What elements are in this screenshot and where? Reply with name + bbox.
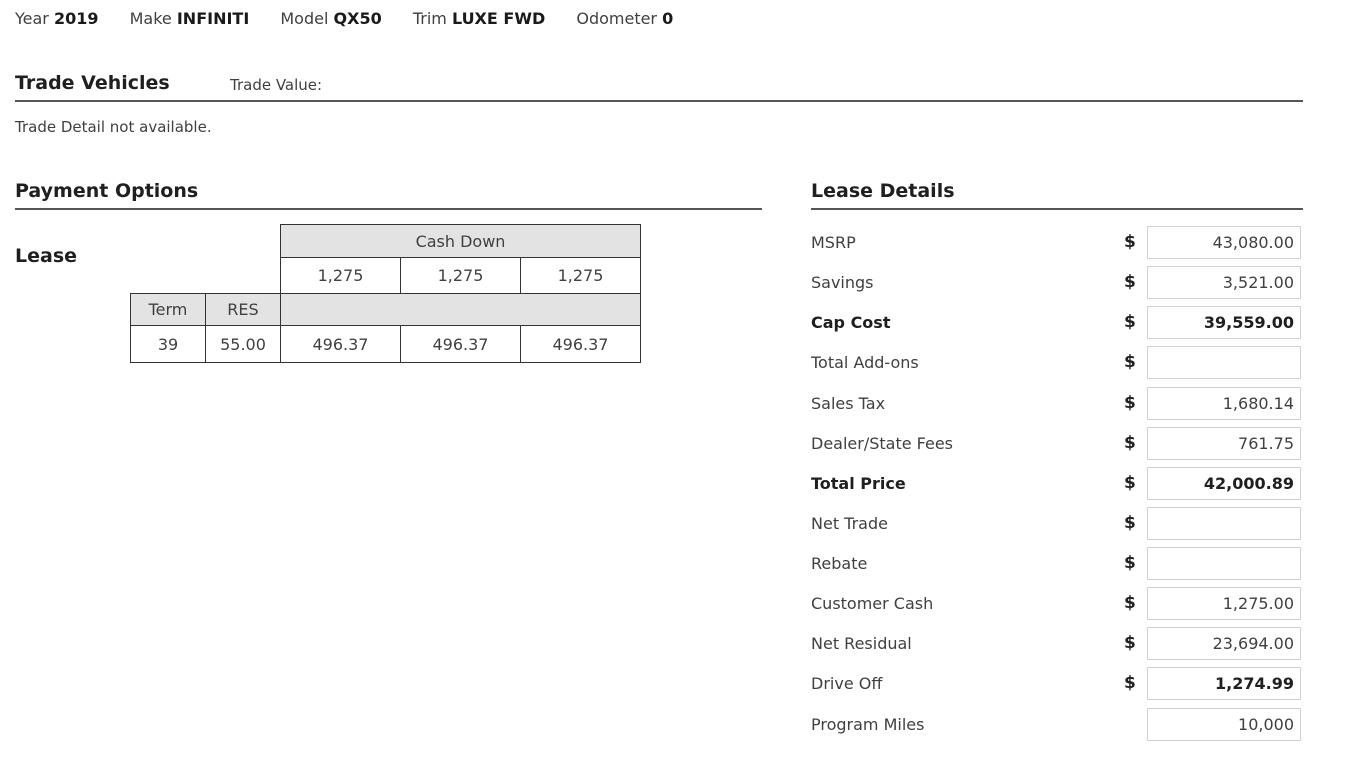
cash-down-option-1[interactable]: 1,275 — [280, 257, 401, 294]
customer-cash-field: 1,275.00 — [1147, 587, 1301, 620]
msrp-label: MSRP — [811, 233, 856, 252]
sales-tax-value: 1,680.14 — [1222, 394, 1294, 413]
model-label: Model — [280, 9, 329, 28]
total-price-value: 42,000.89 — [1203, 474, 1294, 493]
trade-divider — [15, 100, 1303, 102]
savings-field: 3,521.00 — [1147, 266, 1301, 299]
cash-down-option-3[interactable]: 1,275 — [520, 257, 641, 294]
rebate-label: Rebate — [811, 554, 868, 573]
model-field: Model QX50 — [280, 9, 381, 28]
total-add-ons-label: Total Add-ons — [811, 353, 919, 372]
vehicle-summary: Year 2019 Make INFINITI Model QX50 Trim … — [15, 9, 699, 28]
year-value: 2019 — [53, 9, 99, 28]
payment-value-3[interactable]: 496.37 — [520, 325, 641, 363]
drive-off-value: 1,274.99 — [1215, 674, 1294, 693]
savings-label: Savings — [811, 273, 874, 292]
drive-off-field: 1,274.99 — [1147, 667, 1301, 700]
total-price-dollar-sign: $ — [1124, 473, 1136, 493]
trade-vehicles-title: Trade Vehicles — [15, 72, 170, 94]
savings-dollar-sign: $ — [1124, 272, 1136, 292]
drive-off-dollar-sign: $ — [1124, 673, 1136, 693]
payment-header-spacer — [280, 293, 641, 326]
odometer-label: Odometer — [576, 9, 658, 28]
program-miles-label: Program Miles — [811, 715, 925, 734]
trim-field: Trim LUXE FWD — [413, 9, 545, 28]
dealer-state-fees-value: 761.75 — [1238, 434, 1294, 453]
net-residual-value: 23,694.00 — [1212, 634, 1294, 653]
dealer-state-fees-dollar-sign: $ — [1124, 433, 1136, 453]
model-value: QX50 — [333, 9, 382, 28]
drive-off-label: Drive Off — [811, 674, 883, 693]
dealer-state-fees-field: 761.75 — [1147, 427, 1301, 460]
cap-cost-field: 39,559.00 — [1147, 306, 1301, 339]
customer-cash-dollar-sign: $ — [1124, 593, 1136, 613]
odometer-field: Odometer 0 — [576, 9, 673, 28]
res-header: RES — [205, 293, 281, 326]
net-trade-dollar-sign: $ — [1124, 513, 1136, 533]
cap-cost-label: Cap Cost — [811, 313, 891, 332]
dealer-state-fees-label: Dealer/State Fees — [811, 434, 954, 453]
lease-label: Lease — [15, 245, 78, 267]
msrp-value: 43,080.00 — [1212, 233, 1294, 252]
customer-cash-value: 1,275.00 — [1222, 594, 1294, 613]
cap-cost-dollar-sign: $ — [1124, 312, 1136, 332]
trim-value: LUXE FWD — [451, 9, 546, 28]
total-price-field: 42,000.89 — [1147, 467, 1301, 500]
term-value: 39 — [130, 325, 206, 363]
payment-options-divider — [15, 208, 762, 210]
res-value: 55.00 — [205, 325, 281, 363]
make-value: INFINITI — [176, 9, 250, 28]
net-trade-label: Net Trade — [811, 514, 888, 533]
cap-cost-value: 39,559.00 — [1203, 313, 1294, 332]
cash-down-header: Cash Down — [280, 224, 641, 258]
total-add-ons-dollar-sign: $ — [1124, 352, 1136, 372]
trim-label: Trim — [412, 9, 447, 28]
make-label: Make — [129, 9, 172, 28]
trade-value-label: Trade Value: — [230, 76, 323, 94]
program-miles-value: 10,000 — [1238, 715, 1294, 734]
trade-detail-message: Trade Detail not available. — [15, 118, 212, 136]
sales-tax-label: Sales Tax — [811, 394, 886, 413]
payment-value-1[interactable]: 496.37 — [280, 325, 401, 363]
year-field: Year 2019 — [15, 9, 99, 28]
lease-details-title: Lease Details — [811, 180, 955, 202]
msrp-field: 43,080.00 — [1147, 226, 1301, 259]
term-header: Term — [130, 293, 206, 326]
odometer-value: 0 — [662, 9, 674, 28]
net-residual-field: 23,694.00 — [1147, 627, 1301, 660]
total-price-label: Total Price — [811, 474, 906, 493]
payment-options-title: Payment Options — [15, 180, 199, 202]
net-trade-field — [1147, 507, 1301, 540]
rebate-dollar-sign: $ — [1124, 553, 1136, 573]
cash-down-option-2[interactable]: 1,275 — [400, 257, 521, 294]
customer-cash-label: Customer Cash — [811, 594, 934, 613]
program-miles-field: 10,000 — [1147, 708, 1301, 741]
total-add-ons-field — [1147, 346, 1301, 379]
net-residual-label: Net Residual — [811, 634, 912, 653]
sales-tax-field: 1,680.14 — [1147, 387, 1301, 420]
savings-value: 3,521.00 — [1222, 273, 1294, 292]
msrp-dollar-sign: $ — [1124, 232, 1136, 252]
rebate-field — [1147, 547, 1301, 580]
year-label: Year — [15, 9, 49, 28]
sales-tax-dollar-sign: $ — [1124, 393, 1136, 413]
payment-value-2[interactable]: 496.37 — [400, 325, 521, 363]
net-residual-dollar-sign: $ — [1124, 633, 1136, 653]
make-field: Make INFINITI — [130, 9, 250, 28]
lease-details-divider — [811, 208, 1303, 210]
